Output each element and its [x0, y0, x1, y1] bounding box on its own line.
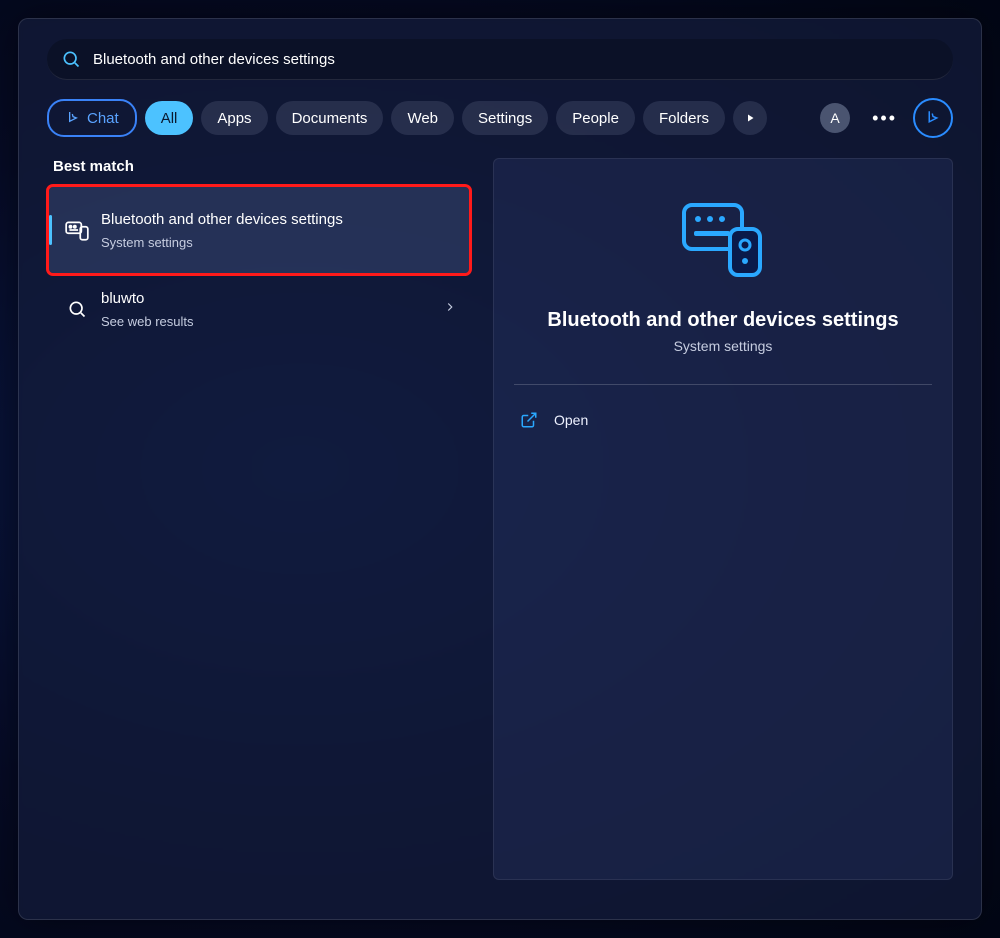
chevron-right-icon — [443, 300, 457, 319]
result-bluetooth-settings[interactable]: Bluetooth and other devices settings Sys… — [49, 187, 469, 273]
filter-apps[interactable]: Apps — [201, 101, 267, 135]
open-icon — [520, 411, 538, 429]
result-web-bluwto[interactable]: bluwto See web results — [49, 273, 469, 345]
play-icon — [744, 112, 756, 124]
filter-settings[interactable]: Settings — [462, 101, 548, 135]
result-subtitle: System settings — [101, 235, 457, 250]
filter-documents[interactable]: Documents — [276, 101, 384, 135]
filter-people[interactable]: People — [556, 101, 635, 135]
detail-title: Bluetooth and other devices settings — [547, 309, 898, 332]
devices-hero-icon — [678, 199, 768, 281]
search-icon — [61, 49, 81, 69]
filter-row: Chat All Apps Documents Web Settings Peo… — [47, 98, 953, 138]
search-panel: Chat All Apps Documents Web Settings Peo… — [18, 18, 982, 920]
detail-subtitle: System settings — [674, 338, 773, 354]
chat-label: Chat — [87, 110, 119, 127]
result-title: Bluetooth and other devices settings — [101, 210, 361, 230]
results-column: Best match Bluetooth and other de — [19, 158, 473, 345]
user-avatar[interactable]: A — [820, 103, 850, 133]
detail-panel: Bluetooth and other devices settings Sys… — [493, 158, 953, 880]
filters-scroll-right[interactable] — [733, 101, 767, 135]
filter-web[interactable]: Web — [391, 101, 454, 135]
selection-indicator — [49, 215, 52, 245]
settings-panel-icon — [64, 217, 90, 243]
chat-chip[interactable]: Chat — [47, 99, 137, 137]
action-open[interactable]: Open — [514, 403, 932, 437]
more-button[interactable]: ••• — [864, 108, 905, 129]
search-bar[interactable] — [47, 39, 953, 80]
action-open-label: Open — [554, 412, 588, 428]
search-input[interactable] — [91, 50, 939, 69]
bing-icon — [65, 110, 81, 126]
result-title: bluwto — [101, 289, 361, 309]
bing-chat-icon — [924, 109, 942, 127]
best-match-label: Best match — [53, 158, 473, 175]
result-subtitle: See web results — [101, 314, 443, 329]
search-icon — [67, 299, 87, 319]
separator — [514, 384, 932, 385]
bing-chat-button[interactable] — [913, 98, 953, 138]
filter-folders[interactable]: Folders — [643, 101, 725, 135]
filter-all[interactable]: All — [145, 101, 194, 135]
